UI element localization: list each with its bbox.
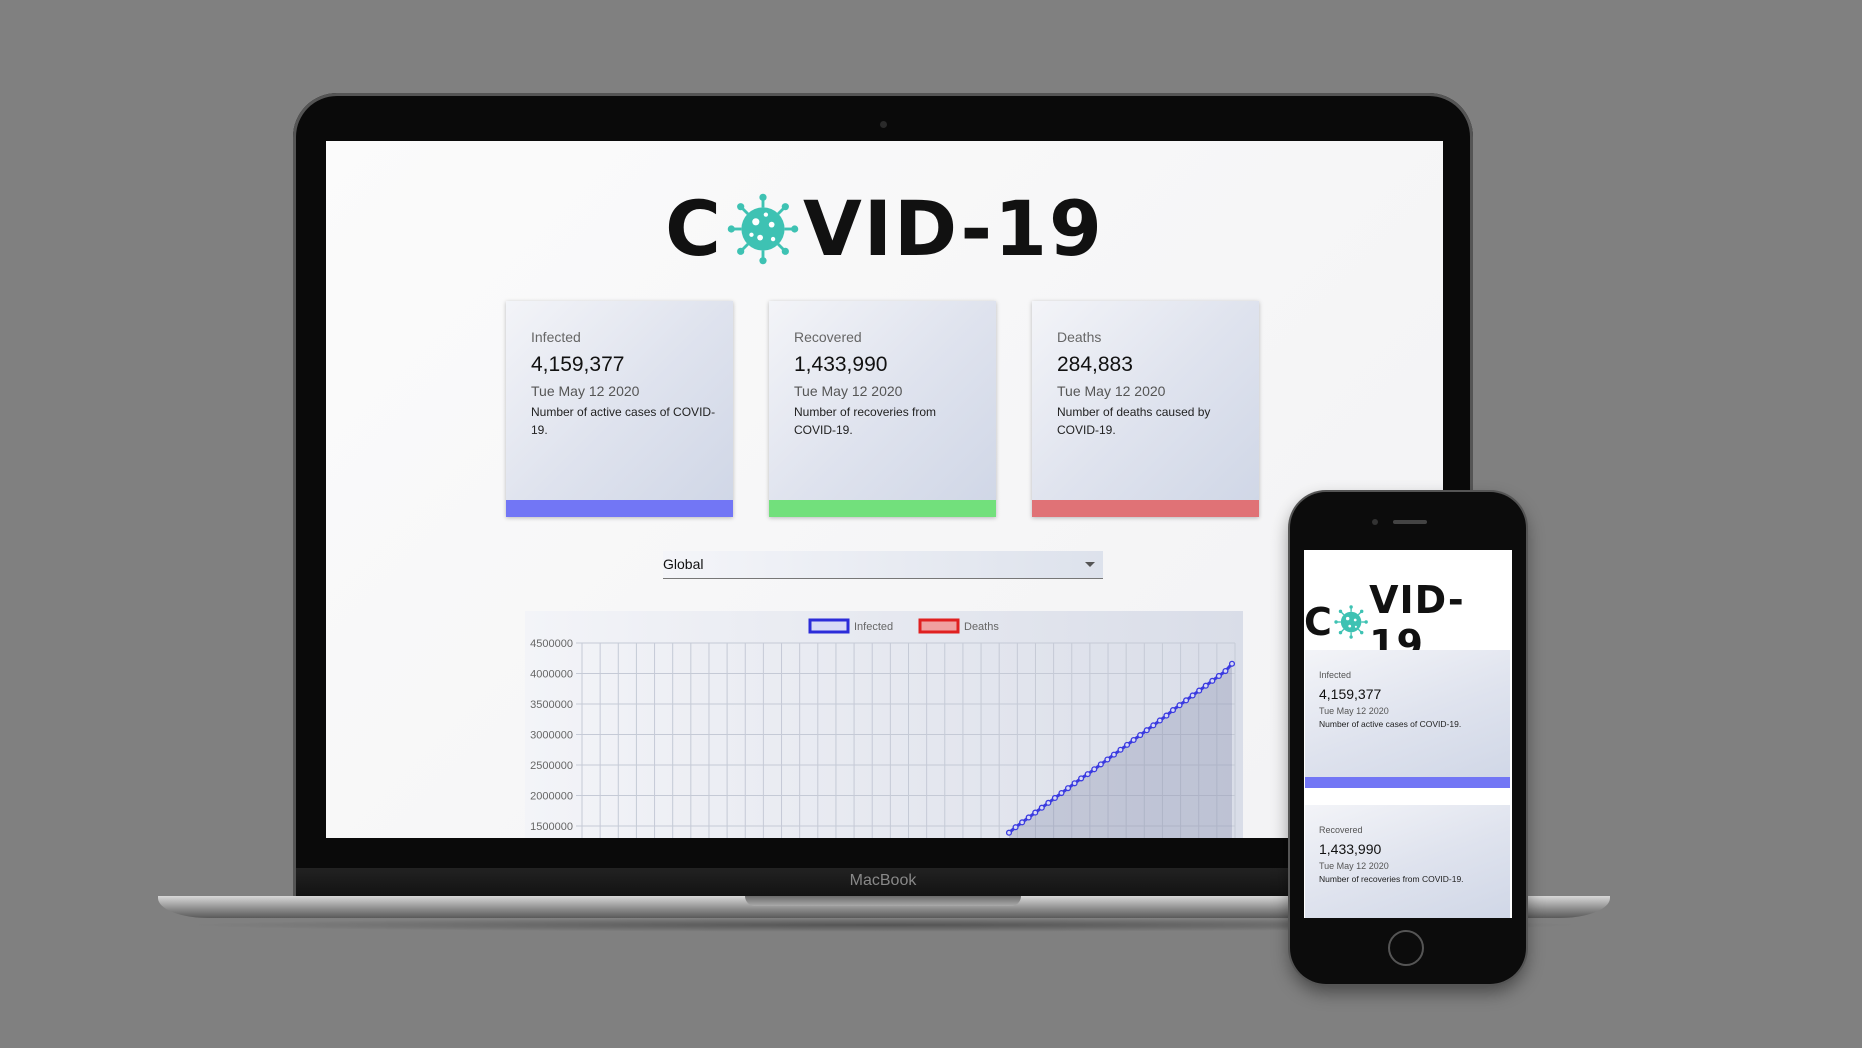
infected-data-point [1202, 682, 1209, 689]
laptop-notch [745, 896, 1021, 906]
infected-data-point [1058, 790, 1065, 797]
infected-data-point [1209, 677, 1216, 684]
infected-data-point [1124, 741, 1131, 748]
card-label: Recovered [1319, 825, 1363, 835]
logo-text-prefix: C [665, 184, 723, 273]
infected-data-point [1196, 687, 1203, 694]
y-tick-label: 3000000 [530, 730, 573, 742]
card-date: Tue May 12 2020 [1319, 706, 1389, 716]
infected-data-point [1150, 722, 1157, 729]
infected-card: Infected 4,159,377 Tue May 12 2020 Numbe… [506, 301, 733, 517]
logo-text-suffix: VID-19 [802, 184, 1104, 273]
infected-data-point [1183, 697, 1190, 704]
stats-cards: Infected 4,159,377 Tue May 12 2020 Numbe… [506, 301, 1264, 519]
infected-data-point [1019, 819, 1026, 826]
card-date: Tue May 12 2020 [1057, 383, 1166, 399]
phone-speaker [1393, 520, 1427, 524]
y-tick-label: 2000000 [530, 791, 573, 803]
card-value: 284,883 [1057, 353, 1133, 376]
dropdown-arrow-icon [1085, 562, 1095, 567]
infected-data-point [1156, 717, 1163, 724]
card-description: Number of recoveries from COVID-19. [794, 405, 937, 437]
infected-data-point [1005, 829, 1013, 836]
infected-data-point [1117, 746, 1124, 753]
infected-data-point [1012, 824, 1019, 831]
infected-data-point [1078, 775, 1085, 782]
infected-data-point [1189, 692, 1196, 699]
card-value: 4,159,377 [531, 353, 625, 376]
card-value: 1,433,990 [1319, 841, 1382, 857]
infected-data-point [1064, 785, 1072, 792]
infected-data-point [1051, 794, 1058, 801]
card-label: Recovered [794, 329, 862, 345]
infected-color-bar [1305, 777, 1510, 788]
infected-data-point [1084, 771, 1091, 778]
recovered-card: Recovered 1,433,990 Tue May 12 2020 Numb… [769, 301, 996, 517]
logo-text-prefix: C [1304, 600, 1333, 644]
country-select[interactable]: Global [663, 551, 1103, 579]
card-value: 1,433,990 [794, 353, 888, 376]
card-description: Number of active cases of COVID-19. [531, 405, 716, 437]
card-description: Number of active cases of COVID-19. [1319, 719, 1462, 729]
infected-data-point [1038, 804, 1045, 811]
infected-data-point [1032, 809, 1039, 816]
cases-chart: 4500000 4000000 3500000 3000000 2500000 20000… [525, 611, 1243, 838]
card-date: Tue May 12 2020 [1319, 861, 1389, 871]
legend-label: Infected [854, 621, 893, 633]
infected-data-point [1130, 736, 1137, 744]
infected-data-point [1143, 727, 1150, 734]
card-label: Infected [531, 329, 581, 345]
virus-icon [1334, 605, 1368, 639]
legend-swatch [808, 618, 850, 634]
card-value: 4,159,377 [1319, 686, 1382, 702]
infected-data-point [1228, 660, 1236, 667]
cases-chart-svg: 4500000 4000000 3500000 3000000 2500000 20000… [530, 618, 1236, 838]
country-select-value: Global [663, 556, 704, 572]
mobile-recovered-card: Recovered 1,433,990 Tue May 12 2020 Numb… [1305, 805, 1510, 918]
infected-data-point [1110, 751, 1117, 758]
y-tick-label: 4000000 [530, 669, 573, 681]
infected-data-point [1137, 732, 1144, 739]
infected-data-point [1163, 712, 1170, 719]
infected-data-point [1025, 814, 1032, 821]
deaths-card: Deaths 284,883 Tue May 12 2020 Number of… [1032, 301, 1259, 517]
y-tick-label: 3500000 [530, 699, 573, 711]
infected-data-point [1071, 780, 1078, 787]
infected-data-point [1097, 761, 1104, 768]
mobile-infected-card: Infected 4,159,377 Tue May 12 2020 Numbe… [1305, 650, 1510, 788]
virus-icon [727, 193, 799, 265]
card-date: Tue May 12 2020 [794, 383, 903, 399]
infected-data-point [1104, 756, 1111, 763]
card-description: Number of deaths caused by COVID-19. [1057, 405, 1211, 437]
y-tick-label: 2500000 [530, 760, 573, 772]
card-date: Tue May 12 2020 [531, 383, 640, 399]
infected-color-bar [506, 500, 733, 517]
laptop-screen: C VID-19 Infected 4,159,377 Tue May 12 2… [326, 141, 1443, 838]
y-tick-label: 1500000 [530, 821, 573, 833]
y-tick-label: 4500000 [530, 638, 573, 650]
legend-swatch [918, 618, 960, 634]
phone-camera [1372, 519, 1378, 525]
phone-home-button [1388, 930, 1424, 966]
infected-data-point [1222, 668, 1229, 675]
laptop-camera [880, 121, 887, 128]
app-logo: C VID-19 [326, 189, 1443, 269]
infected-data-point [1169, 707, 1177, 714]
card-label: Deaths [1057, 329, 1102, 345]
card-description: Number of recoveries from COVID-19. [1319, 874, 1464, 884]
phone-screen: C VID-19 Infected 4,159,377 Tue May 12 2… [1304, 550, 1512, 918]
infected-data-point [1091, 766, 1098, 773]
deaths-color-bar [1032, 500, 1259, 517]
recovered-color-bar [769, 500, 996, 517]
infected-data-point [1215, 672, 1222, 679]
card-label: Infected [1319, 670, 1352, 680]
infected-data-point [1045, 799, 1052, 806]
infected-data-point [1176, 702, 1183, 709]
legend-label: Deaths [964, 621, 999, 633]
